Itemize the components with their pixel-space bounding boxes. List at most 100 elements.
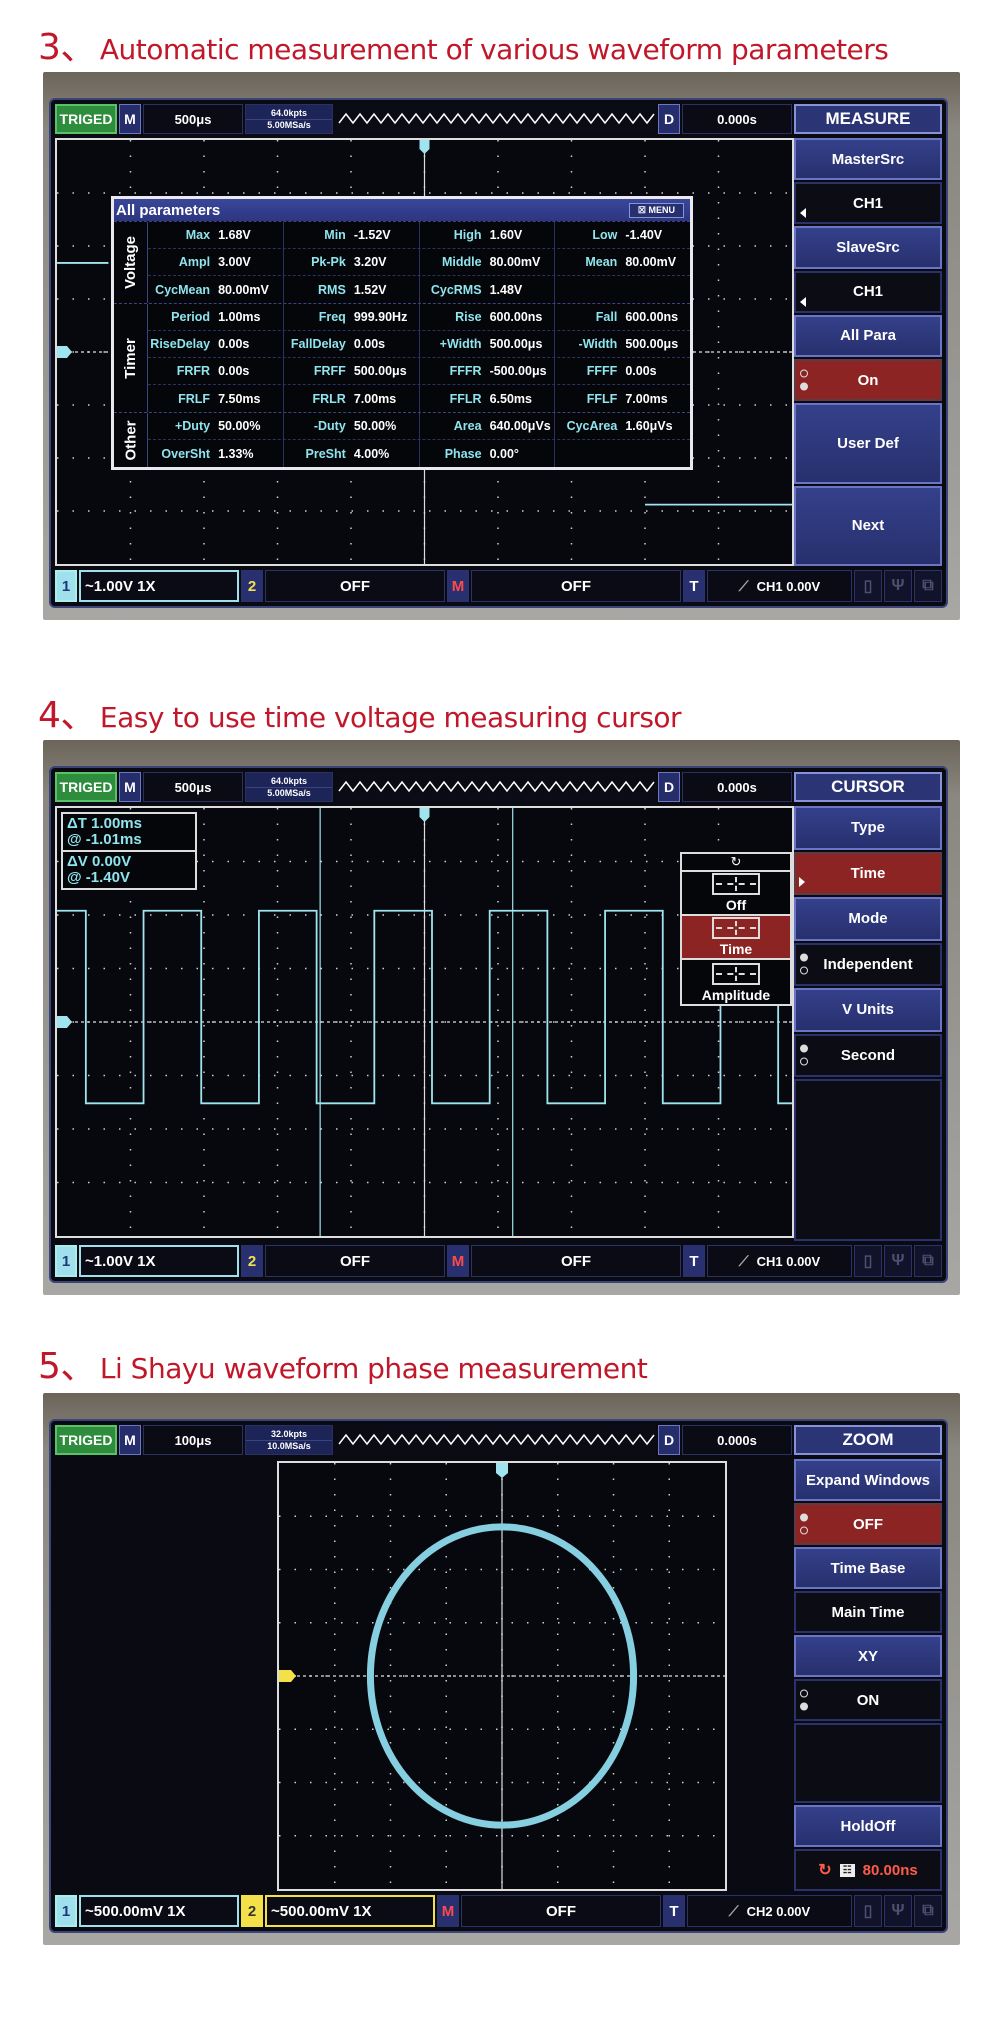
param-group-voltage: Voltage Max 1.68V Min -1.52V High 1.60V Low -1.4… — [114, 221, 690, 303]
waveform-grid: ΔT 1.00ms @ -1.01ms ΔV 0.00V @ -1.40V ↻ … — [55, 806, 794, 1238]
param-value: 80.00mV — [489, 255, 541, 269]
trigger-status[interactable]: ⟋ CH1 0.00V — [707, 1245, 852, 1277]
delay-label: D — [658, 104, 680, 134]
math-button[interactable]: M — [447, 570, 469, 602]
ch1-scale[interactable]: ~1.00V 1X — [79, 1245, 239, 1277]
ch2-button[interactable]: 2 — [241, 1245, 263, 1277]
softkey-label: CH1 — [852, 194, 883, 212]
param-value: 0.00s — [625, 364, 657, 378]
softkey-80-00ns[interactable]: ↻ ☷ 80.00ns — [794, 1849, 942, 1891]
param-cell: RiseDelay 0.00s — [148, 331, 284, 357]
trigger-status[interactable]: ⟋ CH2 0.00V — [687, 1895, 852, 1927]
ch1-button[interactable]: 1 — [55, 570, 77, 602]
ch2-scale[interactable]: OFF — [265, 570, 445, 602]
usb-icon: Ψ — [884, 570, 912, 602]
ch1-button[interactable]: 1 — [55, 1895, 77, 1927]
radio-on-icon — [800, 1513, 808, 1522]
param-row: Ampl 3.00V Pk-Pk 3.20V Middle 80.00mV Mean 80.0… — [148, 249, 690, 276]
math-button[interactable]: M — [437, 1895, 459, 1927]
cursor-option-off[interactable]: Off — [682, 872, 790, 916]
rotate-icon[interactable]: ↻ — [682, 854, 790, 872]
ch2-button[interactable]: 2 — [241, 1895, 263, 1927]
softkey-main-time[interactable]: Main Time — [794, 1591, 942, 1633]
param-name: +Width — [439, 337, 482, 351]
rising-edge-icon: ⟋ — [738, 1252, 749, 1269]
ch2-scale[interactable]: ~500.00mV 1X — [265, 1895, 435, 1927]
radio-indicator — [800, 1689, 808, 1711]
softkey-all-para[interactable]: All Para — [794, 314, 942, 358]
softkey-expand-windows[interactable]: Expand Windows — [794, 1459, 942, 1501]
param-cell: Pk-Pk 3.20V — [284, 249, 420, 275]
softkey-independent[interactable]: Independent — [794, 942, 942, 986]
softkey-v-units[interactable]: V Units — [794, 988, 942, 1032]
trigger-button[interactable]: T — [683, 570, 705, 602]
trigger-position-marker-icon — [419, 140, 430, 154]
cursor-off-icon — [712, 873, 760, 895]
radio-on-icon — [800, 953, 808, 962]
math-button[interactable]: M — [447, 1245, 469, 1277]
param-cell: FRLF 7.50ms — [148, 385, 284, 412]
ch1-scale[interactable]: ~1.00V 1X — [79, 570, 239, 602]
softkey-label: HoldOff — [840, 1817, 896, 1835]
softkey-menu: Expand Windows OFF Time Base Main Time XY ON H… — [794, 1459, 942, 1891]
ch2-marker-icon — [279, 1670, 296, 1682]
trigger-button[interactable]: T — [683, 1245, 705, 1277]
trigger-button[interactable]: T — [663, 1895, 685, 1927]
param-value: 600.00ns — [489, 310, 543, 324]
softkey-mastersrc[interactable]: MasterSrc — [794, 138, 942, 181]
param-cell: FFFR -500.00μs — [420, 358, 556, 384]
network-icon: ⧉ — [914, 1895, 942, 1927]
parameters-panel-header: All parameters ☒ MENU — [114, 199, 690, 221]
softkey-user-def[interactable]: User Def — [794, 403, 942, 484]
main-timebase-label: M — [119, 772, 141, 802]
param-name: -Width — [578, 337, 618, 351]
memory-waveform-overview — [335, 772, 656, 802]
softkey-next[interactable]: Next — [794, 485, 942, 567]
param-name: FallDelay — [290, 337, 346, 351]
param-cell: Mean 80.00mV — [555, 249, 690, 275]
param-cell — [555, 440, 690, 467]
cursor-option-time[interactable]: Time — [682, 916, 790, 960]
math-status[interactable]: OFF — [471, 570, 681, 602]
softkey-time-base[interactable]: Time Base — [794, 1547, 942, 1589]
softkey-on[interactable]: On — [794, 359, 942, 402]
math-status[interactable]: OFF — [471, 1245, 681, 1277]
softkey-second[interactable]: Second — [794, 1033, 942, 1077]
param-cell: Area 640.00μVs — [420, 413, 556, 439]
param-value: 1.60V — [489, 228, 523, 242]
param-name: Min — [324, 228, 346, 242]
softkey-slavesrc[interactable]: SlaveSrc — [794, 226, 942, 269]
param-value: 6.50ms — [489, 391, 532, 406]
radio-off-icon — [800, 369, 808, 378]
math-status[interactable]: OFF — [461, 1895, 661, 1927]
ch1-button[interactable]: 1 — [55, 1245, 77, 1277]
softkey-holdoff[interactable]: HoldOff — [794, 1805, 942, 1847]
softkey-time[interactable]: Time — [794, 851, 942, 895]
param-value: 500.00μs — [625, 337, 679, 351]
ch2-button[interactable]: 2 — [241, 570, 263, 602]
trigger-status[interactable]: ⟋ CH1 0.00V — [707, 570, 852, 602]
param-cell: FFLR 6.50ms — [420, 385, 556, 412]
cursor-option-amplitude[interactable]: Amplitude — [682, 960, 790, 1004]
cursor-amplitude-icon — [712, 963, 760, 985]
softkey-type[interactable]: Type — [794, 806, 942, 850]
menu-button-label: MENU — [648, 204, 676, 215]
section-heading-measure: 3、 Automatic measurement of various wavef… — [38, 18, 889, 70]
softkey-ch1[interactable]: CH1 — [794, 270, 942, 313]
ch1-scale[interactable]: ~500.00mV 1X — [79, 1895, 239, 1927]
softkey-ch1[interactable]: CH1 — [794, 182, 942, 225]
softkey-off[interactable]: OFF — [794, 1503, 942, 1545]
option-label: Time — [719, 941, 753, 957]
param-cell: FallDelay 0.00s — [284, 331, 420, 357]
param-value: 500.00μs — [353, 364, 407, 378]
ch2-scale[interactable]: OFF — [265, 1245, 445, 1277]
param-name: FFLR — [449, 391, 482, 406]
main-timebase-label: M — [119, 104, 141, 134]
option-label: Off — [725, 897, 747, 913]
close-menu-button[interactable]: ☒ MENU — [628, 202, 684, 218]
delta-t-value: ΔT 1.00ms — [67, 815, 142, 832]
softkey-xy[interactable]: XY — [794, 1635, 942, 1677]
softkey-mode[interactable]: Mode — [794, 897, 942, 941]
trigger-status-badge: TRIGED — [55, 104, 117, 134]
softkey-on[interactable]: ON — [794, 1679, 942, 1721]
